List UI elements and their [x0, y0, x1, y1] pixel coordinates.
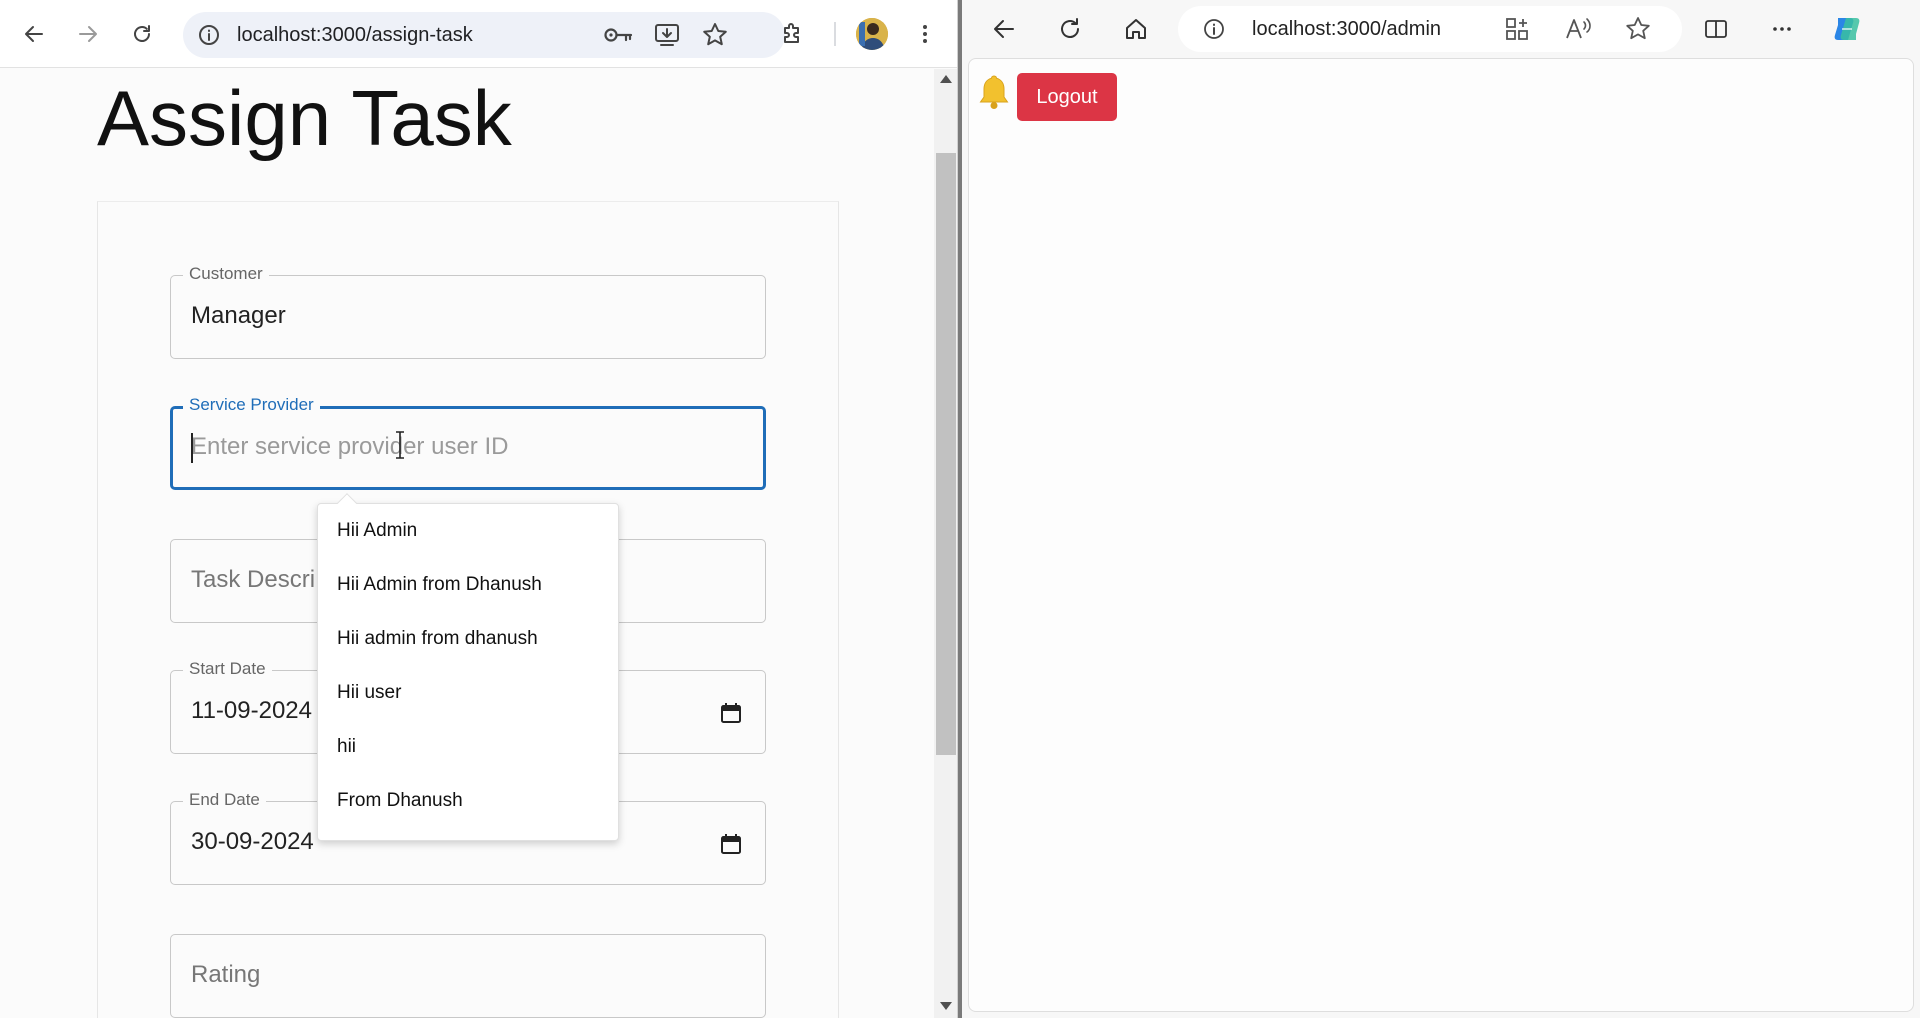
start-date-label: Start Date	[183, 659, 272, 679]
start-date-value[interactable]: 11-09-2024	[191, 697, 312, 725]
scrollbar-thumb[interactable]	[936, 153, 956, 755]
back-button[interactable]	[984, 10, 1024, 48]
page-title: Assign Task	[97, 74, 512, 162]
customer-label: Customer	[183, 264, 269, 284]
bookmark-star-icon[interactable]	[701, 21, 729, 49]
suggestion-item[interactable]: From Dhanush	[318, 774, 618, 828]
split-screen-icon	[1705, 20, 1727, 38]
suggestion-item[interactable]: Hii Admin from Dhanush	[318, 558, 618, 612]
extensions-icon	[784, 23, 799, 43]
scroll-down-arrow-icon[interactable]	[940, 1002, 952, 1010]
rating-field[interactable]: Rating	[170, 934, 766, 1018]
assign-task-page: Assign Task Customer Manager Service Pro…	[0, 69, 934, 1018]
service-provider-field[interactable]: Service Provider Enter service provider …	[170, 395, 766, 490]
service-provider-suggestions: Hii Admin Hii Admin from Dhanush Hii adm…	[317, 493, 619, 841]
right-browser-window: localhost:3000/admin Logout	[962, 0, 1920, 1018]
calendar-icon[interactable]	[719, 701, 743, 725]
right-browser-toolbar: localhost:3000/admin	[962, 0, 1920, 58]
address-bar[interactable]: localhost:3000/admin	[1178, 6, 1682, 52]
screen: localhost:3000/assign-task Assign Task C…	[0, 0, 1920, 1018]
forward-icon	[79, 26, 97, 42]
service-provider-placeholder[interactable]: Enter service provider user ID	[191, 433, 508, 461]
address-bar[interactable]: localhost:3000/assign-task	[183, 12, 785, 58]
apps-icon[interactable]	[1504, 16, 1530, 42]
back-icon	[25, 26, 43, 42]
read-aloud-icon[interactable]	[1564, 16, 1592, 42]
back-button[interactable]	[14, 14, 54, 54]
suggestion-item[interactable]: Hii user	[318, 666, 618, 720]
toolbar-separator	[834, 22, 836, 46]
customer-field[interactable]: Customer Manager	[170, 264, 766, 359]
suggestion-item[interactable]: hii	[318, 720, 618, 774]
admin-page: Logout	[968, 58, 1914, 1012]
left-browser-toolbar: localhost:3000/assign-task	[0, 0, 957, 68]
copilot-icon[interactable]	[1830, 12, 1864, 46]
more-menu-icon	[1773, 27, 1791, 31]
extensions-button[interactable]	[772, 14, 812, 54]
more-menu-button[interactable]	[1762, 10, 1802, 48]
reload-button[interactable]	[1050, 10, 1090, 48]
task-description-placeholder[interactable]: Task Descri	[191, 566, 315, 594]
vertical-scrollbar[interactable]	[934, 69, 957, 1018]
calendar-icon[interactable]	[719, 832, 743, 856]
forward-button[interactable]	[68, 14, 108, 54]
back-icon	[994, 20, 1014, 38]
suggestion-item[interactable]: Hii admin from dhanush	[318, 612, 618, 666]
more-menu-button[interactable]	[905, 14, 945, 54]
install-app-icon[interactable]	[653, 22, 681, 48]
suggestion-item[interactable]: Hii Admin	[318, 504, 618, 558]
logout-button[interactable]: Logout	[1017, 73, 1117, 121]
scroll-up-arrow-icon[interactable]	[940, 75, 952, 83]
split-screen-button[interactable]	[1696, 10, 1736, 48]
text-cursor-icon	[396, 431, 404, 459]
profile-avatar[interactable]	[856, 18, 888, 50]
service-provider-label: Service Provider	[183, 395, 320, 415]
bell-icon[interactable]	[977, 73, 1011, 111]
rating-placeholder[interactable]: Rating	[191, 961, 260, 989]
reload-icon	[1061, 18, 1079, 38]
address-url[interactable]: localhost:3000/assign-task	[237, 24, 473, 47]
customer-value[interactable]: Manager	[191, 302, 286, 330]
info-icon[interactable]	[197, 23, 221, 47]
end-date-value[interactable]: 30-09-2024	[191, 828, 314, 856]
password-key-icon[interactable]	[603, 22, 633, 48]
more-menu-icon	[923, 25, 927, 43]
info-icon[interactable]	[1202, 17, 1226, 41]
address-url[interactable]: localhost:3000/admin	[1252, 18, 1441, 41]
reload-icon	[134, 25, 150, 42]
left-browser-window: localhost:3000/assign-task Assign Task C…	[0, 0, 958, 1018]
home-icon	[1126, 19, 1146, 39]
text-caret	[191, 433, 193, 463]
home-button[interactable]	[1116, 10, 1156, 48]
profile-photo-icon	[856, 18, 888, 50]
end-date-label: End Date	[183, 790, 266, 810]
reload-button[interactable]	[122, 14, 162, 54]
favorites-star-icon[interactable]	[1624, 15, 1652, 43]
